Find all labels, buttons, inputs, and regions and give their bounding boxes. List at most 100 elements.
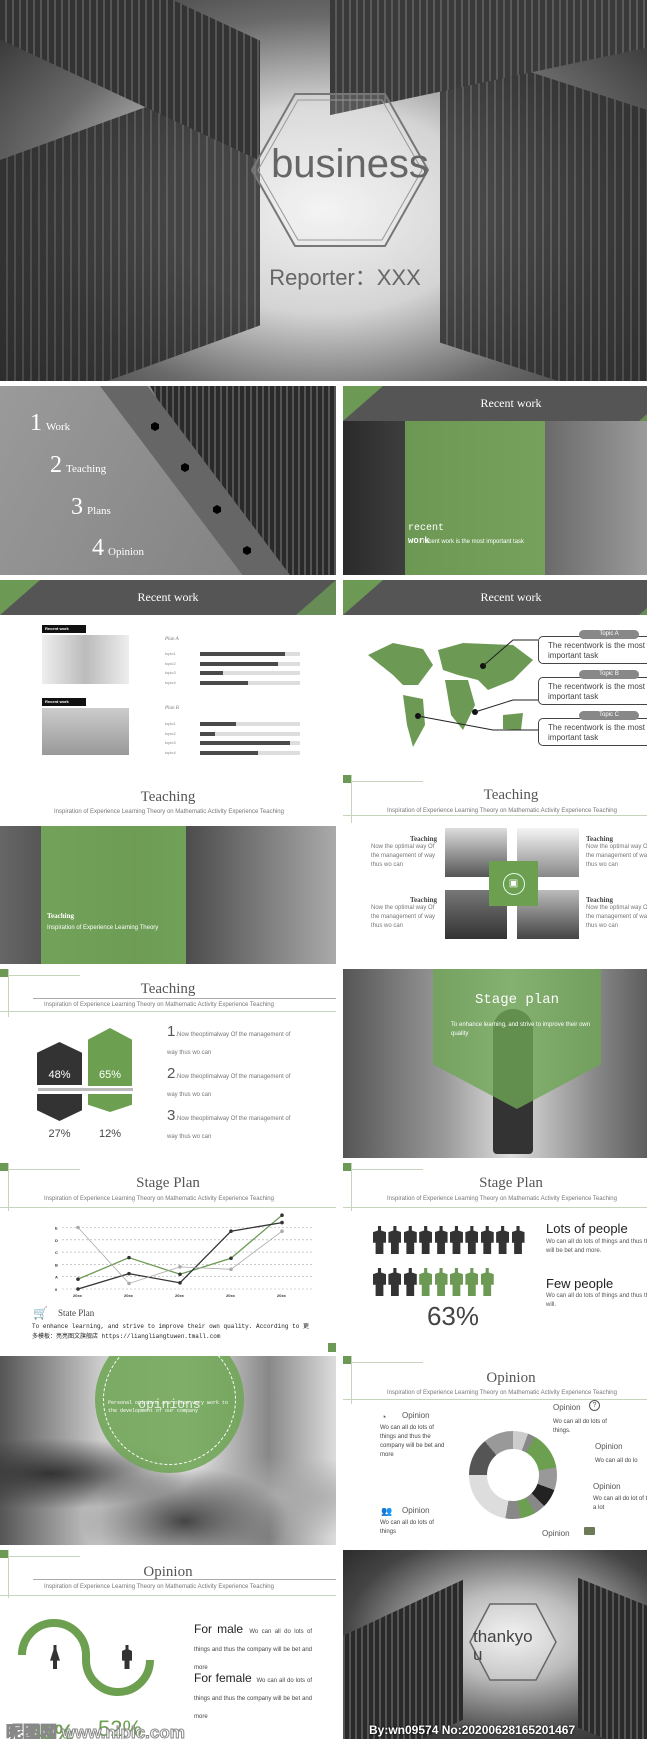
opinion-label: Opinion	[402, 1506, 430, 1515]
corner-deco-line	[351, 781, 423, 782]
numbered-item: 2.Now theoptimalway Of the management of…	[167, 1065, 291, 1098]
series-line	[77, 1221, 283, 1290]
data-point	[280, 1213, 284, 1217]
recent-work-badge: Recent work	[42, 625, 86, 633]
corner-deco	[328, 1343, 336, 1352]
x-tick-label: 20xx	[73, 1293, 83, 1298]
lots-title: Lots of people	[546, 1221, 628, 1236]
topic-box-a: The recentwork is the most important tas…	[538, 636, 647, 664]
progress-fill	[200, 722, 236, 726]
plan-name: Plan A	[165, 637, 179, 642]
data-point	[127, 1271, 131, 1276]
topic-label: topic3	[165, 740, 176, 745]
center-green-square: ▣	[489, 861, 538, 906]
topic-label-b: Topic B	[579, 670, 639, 679]
person-icon	[449, 1226, 463, 1254]
data-point	[229, 1256, 233, 1261]
rss-icon: ◔	[381, 1412, 387, 1422]
divider	[343, 1207, 647, 1208]
data-point	[280, 1220, 284, 1225]
corner-deco-line	[351, 1169, 423, 1170]
topic-label: topic3	[165, 670, 176, 675]
person-icon	[373, 1268, 386, 1296]
topic-label-a: Topic A	[579, 630, 639, 639]
person-icon	[388, 1226, 402, 1254]
slide-header: Recent work	[343, 386, 647, 421]
slide-subtitle: Inspiration of Experience Learning Theor…	[44, 1002, 274, 1008]
cover-title: business	[271, 142, 429, 186]
divider	[0, 1011, 336, 1012]
x-tick-label: 20xx	[175, 1293, 185, 1298]
person-icon	[511, 1226, 525, 1254]
agenda-item-4[interactable]: 4 Opinion	[92, 535, 144, 562]
teaching-slide-2: Teaching Inspiration of Experience Learn…	[343, 775, 647, 964]
data-point	[229, 1267, 233, 1272]
divider	[33, 1579, 336, 1580]
topic-box-c: The recentwork is the most important tas…	[538, 718, 647, 746]
thank-you-slide: thankyo u By:wn09574 No:20200628165201467	[343, 1550, 647, 1739]
donut-chart	[469, 1431, 557, 1519]
data-point	[178, 1272, 182, 1277]
opinion-text: Wo can all do lots of things.	[553, 1419, 607, 1434]
corner-deco	[0, 1163, 8, 1171]
person-icon	[480, 1226, 494, 1254]
panel-text: recent work is the most important task	[423, 539, 525, 545]
topic-label: topic4	[165, 679, 176, 685]
corner-deco-line	[8, 1169, 80, 1170]
topic-label: topic1	[165, 721, 176, 726]
agenda-item-3[interactable]: 3 Plans	[71, 494, 111, 521]
numbered-item: 1.Now theoptimalway Of the management of…	[167, 1023, 291, 1056]
cover-reporter: Reporter：XXX	[269, 265, 421, 290]
slide-subtitle: Inspiration of Experience Learning Theor…	[387, 1196, 617, 1202]
corner-deco-line	[8, 975, 80, 976]
progress-fill	[200, 661, 278, 666]
cover-slide: business Reporter：XXX	[0, 0, 647, 381]
topic-label-c: Topic C	[579, 711, 639, 720]
data-point	[127, 1281, 131, 1286]
person-icon	[403, 1226, 417, 1254]
agenda-item-1[interactable]: 1 Work	[30, 410, 70, 437]
plan-name: Plan B	[165, 706, 179, 711]
corner-deco-line	[8, 1556, 80, 1557]
green-panel	[41, 826, 186, 964]
y-tick-label: E	[55, 1226, 58, 1231]
progress-bar	[200, 671, 300, 675]
stage-plan-slide-1: Stage plan To enhance learning, and stri…	[343, 969, 647, 1158]
data-point	[76, 1277, 80, 1281]
person-icon	[388, 1268, 402, 1296]
x-tick-label: 20xx	[277, 1293, 287, 1298]
male-block: For male Wo can all do lots of things an…	[194, 1622, 313, 1671]
teaching-block: Teaching Now the optimal way Of the manag…	[586, 896, 647, 929]
users-icon: 👥	[381, 1506, 393, 1516]
watermark-site: 昵图网 www.nipic.com	[6, 1723, 186, 1740]
person-icon	[434, 1268, 448, 1296]
numbered-item: 3.Now theoptimalway Of the management of…	[167, 1107, 291, 1140]
teaching-block: Teaching Now the optimal way Of the manag…	[586, 835, 647, 868]
slide-title: Teaching	[140, 789, 196, 805]
agenda-item-2[interactable]: 2 Teaching	[50, 452, 106, 479]
person-icon	[465, 1268, 479, 1296]
progress-bar	[200, 731, 300, 736]
banner-text: To enhance learning, and strive to impro…	[451, 1022, 591, 1037]
hex-dark-bottom	[37, 1094, 82, 1121]
person-icon	[403, 1268, 417, 1296]
slide-title: Stage Plan	[479, 1175, 543, 1191]
person-icon	[465, 1226, 479, 1254]
series-line	[77, 1214, 283, 1280]
y-tick-label: D	[55, 1238, 58, 1243]
building-right	[578, 1577, 647, 1739]
corner-deco	[343, 775, 351, 783]
divider	[0, 1595, 336, 1596]
female-block: For female Wo can all do lots of things …	[194, 1671, 313, 1720]
y-tick-label: A	[55, 1275, 58, 1280]
person-icon	[419, 1268, 433, 1296]
progress-bar	[200, 722, 300, 726]
progress-bar	[200, 652, 300, 656]
green-banner	[433, 969, 601, 1109]
divider	[0, 1207, 336, 1208]
progress-bar	[200, 750, 300, 755]
opinion-label: Opinion	[542, 1529, 570, 1538]
recent-work-slide-1: Recent work recent work recent work is t…	[343, 386, 647, 575]
lots-text: Wo can all do lots of things and thus th…	[546, 1239, 647, 1254]
donut-hole	[487, 1449, 539, 1501]
